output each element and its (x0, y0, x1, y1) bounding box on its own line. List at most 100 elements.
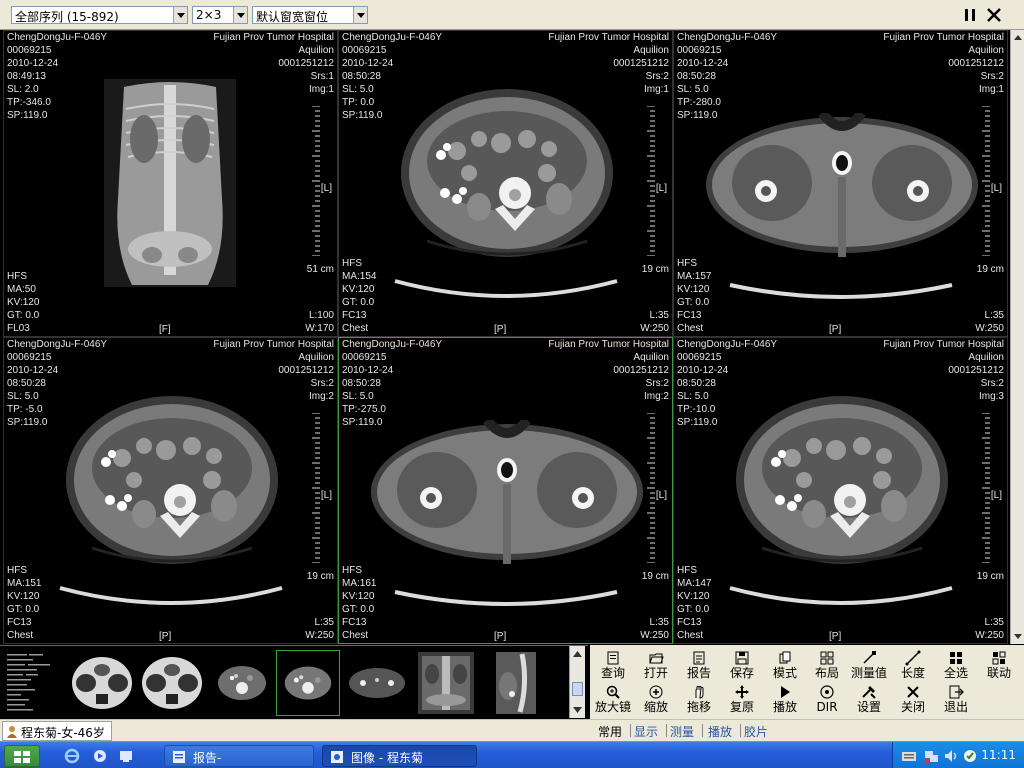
orientation-marker-right: [L] (655, 490, 667, 501)
scale-label: 19 cm (976, 264, 1004, 275)
ct-table-image (59, 586, 283, 605)
tool-button-layout[interactable]: 布局 (806, 648, 848, 682)
overlay-line: Img:2 (643, 391, 669, 402)
tool-button-save[interactable]: 保存 (721, 648, 763, 682)
overlay-top-left: ChengDongJu-F-046Y 00069215 2010-12-24 08:5… (677, 338, 777, 429)
network-icon[interactable] (923, 748, 939, 764)
tool-button-zoom[interactable]: 缩放 (635, 682, 677, 716)
layout-select[interactable]: 2×3 (192, 6, 248, 24)
overlay-bottom-left: HFS MA:50 KV:120 GT: 0.0 FL03 (7, 270, 39, 335)
internet-explorer-icon[interactable] (64, 748, 80, 764)
tool-button-mode[interactable]: 模式 (764, 648, 806, 682)
pause-icon[interactable] (962, 7, 978, 23)
tool-button-magnifier[interactable]: 放大镜 (592, 682, 634, 716)
thumbnail-axial-2-selected[interactable] (276, 650, 340, 716)
overlay-bottom-right: L:35 W:250 (305, 616, 334, 642)
desktop-icon[interactable] (118, 748, 134, 764)
tool-button-length[interactable]: 长度 (892, 648, 934, 682)
viewport-scrollbar[interactable] (1010, 30, 1024, 644)
tab-measure[interactable]: 测量 (670, 723, 694, 740)
overlay-line: GT: 0.0 (7, 604, 40, 615)
tool-button-play[interactable]: 播放 (764, 682, 806, 716)
thumbnail-sagittal[interactable] (484, 650, 548, 716)
axial-ct-thumb-icon (218, 666, 266, 700)
tool-button-settings[interactable]: 设置 (848, 682, 890, 716)
scroll-up-icon[interactable] (572, 649, 583, 659)
axial-pelvis-image (706, 113, 978, 257)
overlay-line: MA:147 (677, 578, 712, 589)
viewport-2[interactable]: ChengDongJu-F-046Y 00069215 2010-12-24 08:5… (338, 30, 673, 337)
thumbnail-scout-2[interactable] (140, 650, 204, 716)
overlay-line: 0001251212 (278, 58, 334, 69)
overlay-line: HFS (342, 565, 362, 576)
tool-button-open[interactable]: 打开 (635, 648, 677, 682)
chevron-down-icon[interactable] (173, 7, 187, 23)
viewport-3[interactable]: ChengDongJu-F-046Y 00069215 2010-12-24 08:5… (673, 30, 1008, 337)
viewport-1[interactable]: ChengDongJu-F-046Y 00069215 2010-12-24 08:4… (3, 30, 338, 337)
overlay-line: Chest (7, 630, 34, 641)
pelvis-bones-icon (142, 657, 202, 709)
thumbnail-dicom-info[interactable] (4, 650, 68, 716)
tool-button-measure-value[interactable]: 测量值 (848, 648, 890, 682)
tool-button-dir[interactable]: DIR (806, 682, 848, 716)
overlay-line: L:35 (984, 310, 1004, 321)
chevron-down-icon[interactable] (353, 7, 367, 23)
overlay-line: W:250 (640, 323, 669, 334)
taskbar-report-button[interactable]: 报告- (164, 745, 314, 767)
keyboard-icon[interactable] (901, 749, 917, 763)
thumbnail-axial-3[interactable] (345, 650, 409, 716)
viewport-4[interactable]: ChengDongJu-F-046Y 00069215 2010-12-24 08:5… (3, 337, 338, 644)
overlay-line: 2010-12-24 (342, 365, 394, 376)
volume-icon[interactable] (943, 748, 959, 764)
start-button[interactable] (4, 745, 40, 767)
tool-button-link[interactable]: 联动 (978, 648, 1020, 682)
overlay-line: 0001251212 (948, 365, 1004, 376)
thumbnail-scrollbar[interactable] (569, 646, 585, 718)
close-icon[interactable] (986, 7, 1002, 23)
overlay-line: FC13 (677, 617, 702, 628)
scroll-up-icon[interactable] (1012, 32, 1024, 44)
tool-label: 复原 (729, 700, 754, 714)
series-select[interactable]: 全部序列 (15-892) (11, 6, 188, 24)
overlay-line: SL: 5.0 (342, 391, 374, 402)
chevron-down-icon[interactable] (233, 7, 247, 23)
tool-button-exit[interactable]: 退出 (935, 682, 977, 716)
tool-button-query[interactable]: 查询 (592, 648, 634, 682)
save-icon (735, 651, 749, 665)
play-icon (781, 686, 790, 698)
overlay-line: HFS (677, 565, 697, 576)
thumbnail-scout[interactable] (70, 650, 134, 716)
settings-icon (862, 686, 876, 699)
overlay-top-left: ChengDongJu-F-046Y 00069215 2010-12-24 08:4… (7, 31, 107, 122)
media-player-icon[interactable] (92, 748, 108, 764)
scroll-down-icon[interactable] (1012, 630, 1024, 642)
tab-common[interactable]: 常用 (598, 723, 622, 740)
tab-play[interactable]: 播放 (708, 723, 732, 740)
tool-label: 缩放 (643, 700, 668, 714)
viewport-6[interactable]: ChengDongJu-F-046Y 00069215 2010-12-24 08:5… (673, 337, 1008, 644)
thumbnail-coronal[interactable] (414, 650, 478, 716)
viewport-5[interactable]: ChengDongJu-F-046Y 00069215 2010-12-24 08:5… (338, 337, 673, 644)
tab-separator (740, 724, 741, 737)
window-preset-select[interactable]: 默认窗宽窗位 (252, 6, 368, 24)
overlay-line: KV:120 (7, 297, 40, 308)
patient-icon (7, 726, 17, 738)
taskbar-image-button[interactable]: 图像 - 程东菊 (322, 745, 477, 767)
tool-button-reset[interactable]: 复原 (721, 682, 763, 716)
tab-film[interactable]: 胶片 (744, 723, 768, 740)
tool-button-report[interactable]: 报告 (678, 648, 720, 682)
overlay-line: L:35 (649, 617, 669, 628)
scroll-thumb[interactable] (572, 682, 583, 696)
security-icon[interactable] (963, 748, 977, 764)
patient-tab[interactable]: 程东菊-女-46岁 (2, 721, 112, 741)
tool-button-pan[interactable]: 拖移 (678, 682, 720, 716)
tool-button-close[interactable]: 关闭 (892, 682, 934, 716)
tool-button-select-all[interactable]: 全选 (935, 648, 977, 682)
mode-icon (779, 651, 791, 664)
overlay-line: Srs:1 (310, 71, 334, 82)
thumbnail-axial-1[interactable] (210, 650, 274, 716)
scroll-down-icon[interactable] (572, 705, 583, 715)
tab-display[interactable]: 显示 (634, 723, 658, 740)
overlay-line: W:250 (305, 630, 334, 641)
overlay-line: KV:120 (7, 591, 40, 602)
